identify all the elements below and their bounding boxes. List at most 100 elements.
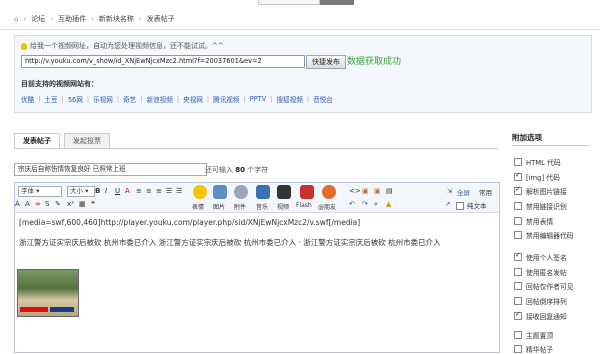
breadcrumb-item[interactable]: 互助插件	[58, 14, 86, 24]
breadcrumb-item[interactable]: 新新块名称	[99, 14, 134, 24]
option-parse-image-links[interactable]: 解析图片链接	[514, 185, 567, 196]
free-icon[interactable]: ▣	[374, 187, 381, 195]
eraser-icon[interactable]: ✎	[55, 200, 62, 208]
table-icon[interactable]: ▦	[79, 200, 86, 208]
option-sticky-topic[interactable]: 主题置顶	[514, 330, 553, 340]
image-label: 图片	[213, 204, 226, 211]
checkbox[interactable]	[514, 158, 522, 166]
site-link[interactable]: 搜狐视频	[276, 94, 302, 104]
site-link[interactable]: 56网	[68, 94, 83, 104]
mention-icon[interactable]	[322, 185, 336, 199]
site-link[interactable]: 乐视网	[93, 94, 113, 104]
undo-icon[interactable]: ↶	[349, 200, 356, 208]
fullscreen-icon[interactable]: ⇲	[447, 187, 452, 195]
site-link[interactable]: 新浪视频	[147, 94, 173, 104]
site-link[interactable]: 音悦台	[313, 94, 333, 104]
common-link[interactable]: 常用	[479, 187, 492, 197]
highlight-icon[interactable]: A	[25, 200, 32, 208]
option-reply-notification[interactable]: 接收回复通知	[514, 310, 567, 321]
subject-counter: 还可输入 80 个字符	[205, 166, 269, 174]
site-link[interactable]: 土豆	[44, 94, 57, 104]
checkbox[interactable]	[514, 268, 522, 276]
expand-icon[interactable]: ↗	[445, 200, 450, 208]
strikethrough-icon[interactable]: S	[45, 200, 52, 208]
indent-icon[interactable]: ☰	[176, 187, 183, 195]
font-size-select[interactable]: 大小 ▾	[67, 186, 95, 197]
checkbox[interactable]	[514, 297, 522, 305]
option-reverse-replies[interactable]: 回帖倒序排列	[514, 296, 567, 306]
option-img-code[interactable]: [img] 代码	[514, 171, 560, 182]
top-search-input[interactable]	[258, 0, 320, 5]
option-disable-link-detection[interactable]: 禁用链接识别	[514, 201, 567, 211]
emoji-icon[interactable]	[193, 185, 207, 199]
checkbox[interactable]	[514, 251, 522, 261]
music-label: 音乐	[256, 204, 269, 211]
hide-icon[interactable]: ▣	[362, 187, 369, 195]
align-right-icon[interactable]: ≡	[156, 187, 163, 195]
video-icon[interactable]	[277, 185, 291, 199]
music-icon[interactable]	[256, 185, 270, 199]
site-link[interactable]: 腾讯视频	[213, 94, 239, 104]
flash-label: Flash	[296, 202, 312, 209]
checkbox[interactable]	[514, 231, 522, 239]
font-a-icon[interactable]: A	[15, 200, 22, 208]
editor-content[interactable]: [media=swf,600,460]http://player.youku.c…	[19, 218, 493, 258]
underline-icon[interactable]: U	[115, 187, 122, 195]
home-icon[interactable]: ⌂	[14, 15, 18, 23]
link-icon[interactable]: ∞	[35, 200, 42, 208]
checkbox[interactable]	[514, 282, 522, 290]
option-digest-post[interactable]: 精华帖子	[514, 344, 553, 354]
checkbox[interactable]	[514, 171, 522, 181]
divider	[14, 148, 498, 149]
font-family-select[interactable]: 字体 ▾	[18, 186, 62, 197]
checkbox[interactable]	[514, 202, 522, 210]
site-link[interactable]: 央视网	[183, 94, 203, 104]
search-icon[interactable]: ⌕	[374, 200, 381, 208]
flash-icon[interactable]	[300, 185, 314, 199]
fullscreen-link[interactable]: 全屏	[457, 187, 470, 197]
plaintext-checkbox[interactable]	[456, 202, 464, 210]
editor-text-line: 浙江警方证实宗庆后被砍 杭州市委已介入 浙江警方证实宗庆后被砍 杭州市委已介入 …	[19, 238, 441, 247]
option-disable-emoji[interactable]: 禁用表情	[514, 216, 553, 226]
editor-media-line: [media=swf,600,460]http://player.youku.c…	[19, 218, 361, 227]
lock-icon[interactable]: ▲	[386, 200, 393, 208]
checkbox[interactable]	[514, 217, 522, 225]
option-use-signature[interactable]: 使用个人签名	[514, 251, 567, 262]
checkbox[interactable]	[514, 185, 522, 195]
post-tabs: 发表帖子 发起投票	[14, 133, 114, 149]
tab-new-post[interactable]: 发表帖子	[14, 133, 60, 149]
font-color-icon[interactable]: A	[125, 187, 132, 195]
option-disable-editor-code[interactable]: 禁用编辑器代码	[514, 230, 574, 240]
checkbox[interactable]	[514, 310, 522, 320]
breadcrumb: ⌂ › 论坛 › 互助插件 › 新新块名称 › 发表帖子	[14, 14, 175, 24]
option-anonymous-post[interactable]: 使用匿名发帖	[514, 267, 567, 277]
align-center-icon[interactable]: ≡	[146, 187, 153, 195]
video-quick-post-panel: 给我一个视频网址，自动为您处理视频信息，还不能试试。^^ http://v.yo…	[14, 35, 592, 113]
italic-icon[interactable]: I	[105, 187, 112, 195]
site-link[interactable]: 优酷	[21, 94, 34, 104]
breadcrumb-item[interactable]: 论坛	[31, 14, 45, 24]
option-html-code[interactable]: HTML 代码	[514, 157, 561, 167]
quote-icon[interactable]: ❝	[91, 200, 98, 208]
attachment-icon[interactable]	[234, 185, 248, 199]
option-reply-author-only[interactable]: 回帖仅作者可见	[514, 281, 574, 291]
code-icon[interactable]: <>	[349, 187, 361, 195]
checkbox[interactable]	[514, 331, 522, 339]
inserted-image[interactable]	[17, 269, 79, 317]
image-icon[interactable]	[213, 185, 227, 199]
subject-input[interactable]: 宗庆后自称伤情恢复良好 已照常上班	[14, 163, 207, 176]
site-link[interactable]: 奇艺	[123, 94, 136, 104]
list-icon[interactable]: ☰	[166, 187, 173, 195]
tab-new-poll[interactable]: 发起投票	[64, 133, 110, 148]
align-left-icon[interactable]: ≡	[136, 187, 143, 195]
site-link[interactable]: PPTV	[250, 95, 267, 103]
bold-icon[interactable]: B	[95, 187, 102, 195]
page-icon[interactable]: ▤	[386, 187, 393, 195]
quick-post-button[interactable]: 快捷发布	[306, 55, 346, 69]
checkbox[interactable]	[514, 345, 522, 353]
superscript-icon[interactable]: x²	[67, 200, 74, 208]
top-search-button[interactable]	[320, 0, 354, 5]
video-tip-text: 给我一个视频网址，自动为您处理视频信息，还不能试试。^^	[30, 42, 224, 50]
video-url-input[interactable]: http://v.youku.com/v_show/id_XNjEwNjcxMz…	[21, 55, 305, 68]
redo-icon[interactable]: ↷	[362, 200, 369, 208]
